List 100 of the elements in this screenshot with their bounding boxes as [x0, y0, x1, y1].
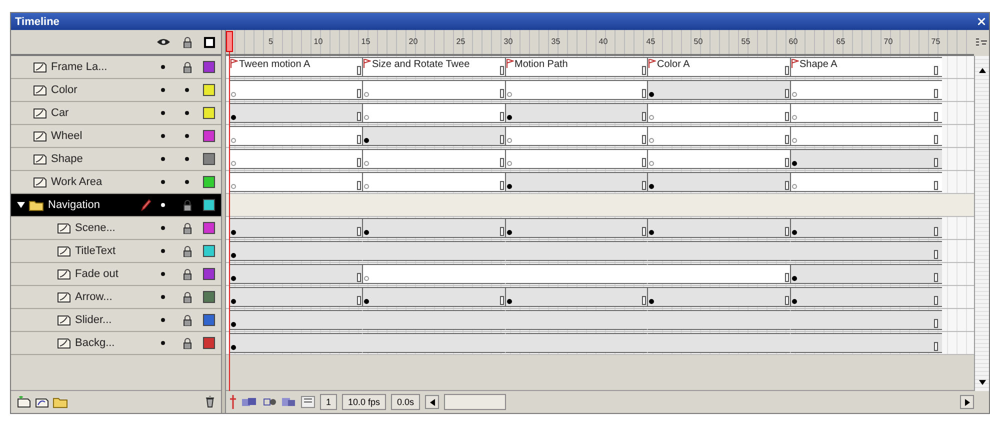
keyframe-dot[interactable]: [792, 161, 796, 166]
lock-icon[interactable]: [182, 62, 192, 72]
horizontal-scrollbar[interactable]: [444, 394, 506, 410]
visibility-dot[interactable]: [161, 180, 165, 184]
outline-color-swatch[interactable]: [203, 176, 215, 188]
keyframe-dot[interactable]: [649, 92, 654, 97]
frame-span[interactable]: [362, 57, 504, 77]
empty-keyframe-icon[interactable]: [364, 161, 369, 166]
keyframe-dot[interactable]: [506, 184, 512, 189]
keyframe-dot[interactable]: [792, 299, 796, 304]
visibility-dot[interactable]: [161, 157, 165, 161]
empty-keyframe-icon[interactable]: [506, 92, 512, 97]
empty-keyframe-icon[interactable]: [364, 184, 369, 189]
lock-icon[interactable]: [182, 268, 192, 280]
empty-keyframe-icon[interactable]: [506, 138, 512, 143]
outline-color-swatch[interactable]: [203, 222, 215, 234]
outline-color-swatch[interactable]: [203, 245, 215, 257]
add-layer-icon[interactable]: [17, 396, 31, 408]
keyframe-dot[interactable]: [649, 299, 654, 304]
outline-color-swatch[interactable]: [203, 130, 215, 142]
empty-keyframe-icon[interactable]: [364, 276, 369, 281]
keyframe-dot[interactable]: [649, 230, 654, 235]
visibility-dot[interactable]: [161, 134, 165, 138]
lock-icon[interactable]: [182, 222, 192, 234]
unlocked-dot[interactable]: [185, 157, 189, 161]
onion-outline-icon[interactable]: [263, 397, 277, 407]
outline-color-swatch[interactable]: [203, 199, 215, 211]
lock-icon[interactable]: [182, 338, 192, 348]
visibility-dot[interactable]: [161, 295, 165, 299]
keyframe-dot[interactable]: [649, 184, 654, 189]
visibility-dot[interactable]: [161, 226, 165, 230]
unlocked-dot[interactable]: [185, 88, 189, 92]
layer-row[interactable]: Navigation: [11, 194, 221, 217]
lock-icon[interactable]: [182, 292, 192, 302]
keyframe-dot[interactable]: [364, 138, 369, 143]
empty-keyframe-icon[interactable]: [792, 92, 796, 97]
frame-span[interactable]: [647, 57, 790, 77]
empty-keyframe-icon[interactable]: [649, 161, 654, 166]
empty-keyframe-icon[interactable]: [231, 184, 236, 189]
unlocked-dot[interactable]: [185, 111, 189, 115]
keyframe-dot[interactable]: [231, 276, 236, 281]
unlocked-dot[interactable]: [185, 180, 189, 184]
frame-span[interactable]: [790, 57, 942, 77]
keyframe-dot[interactable]: [231, 230, 236, 235]
empty-keyframe-icon[interactable]: [364, 115, 369, 120]
keyframe-dot[interactable]: [506, 299, 512, 304]
outline-color-swatch[interactable]: [203, 291, 215, 303]
center-frame-icon[interactable]: [229, 395, 237, 409]
scroll-left-button[interactable]: [425, 395, 440, 409]
outline-icon[interactable]: [204, 36, 214, 48]
frame-ruler[interactable]: 5 10 15 20 25 30 35 40 45 50 55 60 65 70 75: [226, 30, 974, 56]
keyframe-dot[interactable]: [792, 230, 796, 235]
collapse-arrow-icon[interactable]: [17, 202, 25, 208]
visibility-dot[interactable]: [161, 203, 165, 207]
scroll-down-icon[interactable]: [978, 380, 986, 385]
frame-rate-field[interactable]: 10.0 fps: [342, 394, 386, 410]
keyframe-dot[interactable]: [364, 230, 369, 235]
outline-color-swatch[interactable]: [203, 337, 215, 349]
outline-color-swatch[interactable]: [203, 268, 215, 280]
keyframe-dot[interactable]: [506, 230, 512, 235]
keyframe-dot[interactable]: [231, 345, 236, 350]
outline-color-swatch[interactable]: [203, 84, 215, 96]
vertical-scrollbar[interactable]: [974, 56, 989, 391]
empty-keyframe-icon[interactable]: [792, 138, 796, 143]
visibility-dot[interactable]: [161, 249, 165, 253]
visibility-dot[interactable]: [161, 111, 165, 115]
trash-icon[interactable]: [205, 396, 215, 408]
onion-skin-icon[interactable]: [242, 397, 258, 407]
scroll-right-button[interactable]: [960, 395, 974, 409]
elapsed-time-field[interactable]: 0.0s: [391, 394, 420, 410]
keyframe-dot[interactable]: [364, 299, 369, 304]
visibility-dot[interactable]: [161, 341, 165, 345]
timeline-menu-icon[interactable]: [976, 38, 987, 48]
empty-keyframe-icon[interactable]: [506, 161, 512, 166]
visibility-dot[interactable]: [161, 272, 165, 276]
frame-span[interactable]: [229, 57, 362, 77]
keyframe-dot[interactable]: [231, 253, 236, 258]
empty-keyframe-icon[interactable]: [792, 115, 796, 120]
scroll-up-icon[interactable]: [978, 68, 986, 73]
close-icon[interactable]: [978, 18, 985, 25]
keyframe-dot[interactable]: [506, 115, 512, 120]
empty-keyframe-icon[interactable]: [792, 184, 796, 189]
empty-keyframe-icon[interactable]: [649, 115, 654, 120]
keyframe-dot[interactable]: [231, 299, 236, 304]
lock-icon[interactable]: [182, 36, 192, 48]
unlocked-dot[interactable]: [185, 134, 189, 138]
outline-color-swatch[interactable]: [203, 314, 215, 326]
empty-keyframe-icon[interactable]: [231, 138, 236, 143]
lock-icon[interactable]: [182, 200, 192, 210]
eye-icon[interactable]: [156, 38, 170, 46]
empty-keyframe-icon[interactable]: [364, 92, 369, 97]
empty-keyframe-icon[interactable]: [649, 138, 654, 143]
lock-icon[interactable]: [182, 246, 192, 256]
frame-span[interactable]: [504, 57, 647, 77]
edit-frames-icon[interactable]: [282, 397, 296, 407]
outline-color-swatch[interactable]: [203, 107, 215, 119]
keyframe-dot[interactable]: [792, 276, 796, 281]
empty-keyframe-icon[interactable]: [231, 92, 236, 97]
keyframe-dot[interactable]: [231, 322, 236, 327]
visibility-dot[interactable]: [161, 318, 165, 322]
